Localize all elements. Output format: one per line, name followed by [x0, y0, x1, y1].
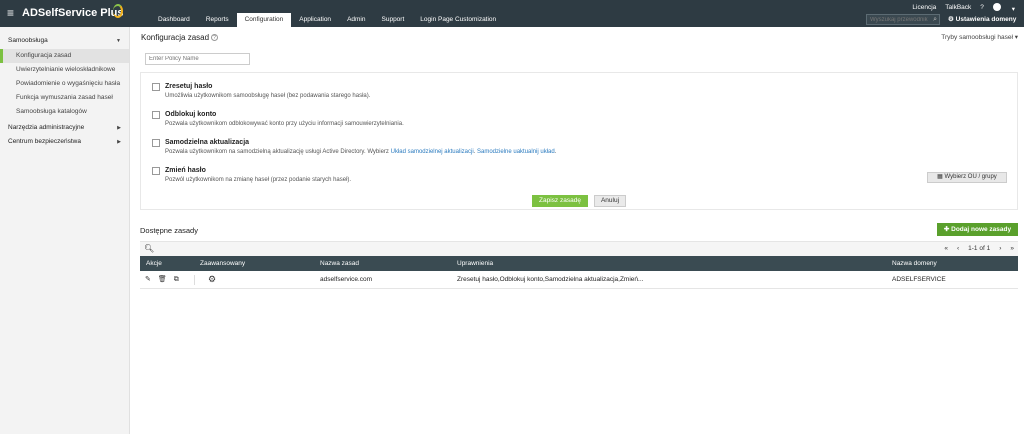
edit-icon[interactable]: ✎: [145, 276, 151, 284]
self-update-layout-link[interactable]: Układ samodzielnej aktualizacji: [391, 149, 474, 155]
search-icon[interactable]: 🔍︎: [144, 245, 154, 253]
select-ou-groups-button[interactable]: ▦ Wybierz OU / grupy: [927, 172, 1007, 183]
help-link[interactable]: ?: [980, 3, 984, 12]
sidebar-group-label: Centrum bezpieczeństwa: [8, 138, 81, 145]
save-policy-button[interactable]: Zapisz zasadę: [532, 195, 588, 207]
main-content: Konfiguracja zasad? Tryby samoobsługi ha…: [130, 27, 1024, 434]
tab-application[interactable]: Application: [291, 13, 339, 27]
cell-policy-name: adselfservice.com: [320, 276, 373, 283]
chevron-right-icon: ▶: [117, 139, 121, 145]
sidebar-item-policy-config[interactable]: Konfiguracja zasad: [0, 49, 129, 63]
table-toolbar: 🔍︎ « ‹ 1-1 of 1 › »: [140, 241, 1018, 256]
column-header-permissions[interactable]: Uprawnienia: [457, 256, 493, 271]
talkback-link[interactable]: TalkBack: [945, 3, 971, 12]
option-title: Odblokuj konto: [165, 111, 217, 118]
top-bar: ≡ ADSelfService Plus Dashboard Reports C…: [0, 0, 1024, 27]
help-icon[interactable]: ?: [211, 34, 219, 42]
column-header-actions: Akcje: [146, 260, 162, 267]
pagination: « ‹ 1-1 of 1 › »: [935, 245, 1014, 253]
sidebar-group-label: Samoobsługa: [8, 37, 48, 44]
chevron-down-icon: ▼: [116, 38, 121, 44]
domain-settings-button[interactable]: ⚙ Ustawienia domeny: [944, 13, 1022, 26]
tab-reports[interactable]: Reports: [198, 13, 237, 27]
option-description: Pozwól użytkownikom na zmianę haseł (prz…: [165, 177, 352, 183]
guide-search-input[interactable]: [867, 15, 929, 24]
top-links: Licencja TalkBack ? ▾: [912, 3, 1024, 13]
guide-search: ⌕: [866, 14, 940, 25]
option-description-end: .: [554, 149, 557, 155]
sidebar-item-password-expiry[interactable]: Powiadomienie o wygaśnięciu hasła: [0, 77, 129, 91]
copy-icon[interactable]: ⧉: [174, 276, 179, 284]
policy-name-input[interactable]: [145, 53, 250, 65]
change-password-checkbox[interactable]: [152, 167, 160, 175]
column-header-policy-name[interactable]: Nazwa zasad: [320, 256, 359, 271]
table-row: ✎ 🗑︎ ⧉ ⚙ adselfservice.com Zresetuj hasł…: [140, 271, 1018, 289]
tab-login-page-customization[interactable]: Login Page Customization: [412, 13, 504, 27]
option-description-text: Pozwala użytkownikom na samodzielną aktu…: [165, 149, 391, 155]
sidebar-group-security-center[interactable]: Centrum bezpieczeństwa ▶: [0, 135, 129, 149]
table-header: Akcje Zaawansowany Nazwa zasad Uprawnien…: [140, 256, 1018, 271]
password-modes-dropdown[interactable]: Tryby samoobsługi haseł ▾: [941, 33, 1018, 41]
tab-dashboard[interactable]: Dashboard: [150, 13, 198, 27]
search-icon[interactable]: ⌕: [933, 16, 937, 23]
available-policies-title: Dostępne zasady: [140, 226, 198, 235]
option-description: Umożliwia użytkownikom samoobsługę haseł…: [165, 93, 371, 99]
sidebar-group-label: Narzędzia administracyjne: [8, 124, 85, 131]
reset-password-checkbox[interactable]: [152, 83, 160, 91]
first-page-button[interactable]: «: [944, 245, 948, 253]
add-policy-button[interactable]: ✚ Dodaj nowe zasady: [937, 223, 1018, 236]
page-range: 1-1 of 1: [968, 245, 991, 252]
self-update-checkbox[interactable]: [152, 139, 160, 147]
domain-settings-label: Ustawienia domeny: [955, 16, 1017, 23]
sidebar-item-directory-self-service[interactable]: Samoobsługa katalogów: [0, 105, 129, 119]
main-tabs: Dashboard Reports Configuration Applicat…: [150, 13, 504, 27]
column-header-advanced: Zaawansowany: [200, 260, 246, 267]
sidebar-group-self-service[interactable]: Samoobsługa ▼: [0, 34, 129, 48]
cancel-button[interactable]: Anuluj: [594, 195, 626, 207]
sidebar-group-admin-tools[interactable]: Narzędzia administracyjne ▶: [0, 121, 129, 135]
advanced-settings-gear-icon[interactable]: ⚙: [208, 275, 216, 284]
cell-permissions: Zresetuj hasło,Odblokuj konto,Samodzieln…: [457, 276, 644, 283]
tab-admin[interactable]: Admin: [339, 13, 373, 27]
chevron-right-icon: ▶: [117, 125, 121, 131]
prev-page-button[interactable]: ‹: [957, 245, 959, 253]
divider: [194, 275, 195, 285]
tab-configuration[interactable]: Configuration: [236, 13, 292, 27]
column-header-domain-name[interactable]: Nazwa domeny: [892, 256, 937, 271]
option-title: Zmień hasło: [165, 167, 206, 174]
row-actions: ✎ 🗑︎ ⧉: [145, 276, 179, 284]
tab-support[interactable]: Support: [374, 13, 413, 27]
last-page-button[interactable]: »: [1010, 245, 1014, 253]
sidebar-item-mfa[interactable]: Uwierzytelnianie wieloskładnikowe: [0, 63, 129, 77]
logo-arc-icon: [113, 4, 123, 18]
user-avatar-icon[interactable]: ▾: [992, 3, 1015, 13]
password-modes-label: Tryby samoobsługi haseł: [941, 34, 1013, 41]
cell-domain-name: ADSELFSERVICE: [892, 276, 946, 283]
page-title-text: Konfiguracja zasad: [141, 33, 210, 42]
select-ou-groups-label: Wybierz OU / grupy: [944, 174, 997, 180]
option-title: Samodzielna aktualizacja: [165, 139, 250, 146]
policy-options-panel: Zresetuj hasło Umożliwia użytkownikom sa…: [140, 72, 1018, 210]
option-title: Zresetuj hasło: [165, 83, 213, 90]
folder-icon: ▦: [937, 174, 943, 180]
unlock-account-checkbox[interactable]: [152, 111, 160, 119]
app-logo[interactable]: ADSelfService Plus: [22, 7, 124, 19]
option-description: Pozwala użytkownikom na samodzielną aktu…: [165, 149, 556, 155]
delete-icon[interactable]: 🗑︎: [158, 276, 167, 284]
plus-icon: ✚: [943, 226, 950, 233]
license-link[interactable]: Licencja: [912, 3, 936, 12]
gear-icon: ⚙: [948, 16, 954, 23]
option-description: Pozwala użytkownikom odblokowywać konto …: [165, 121, 404, 127]
menu-icon[interactable]: ≡: [7, 7, 14, 19]
caret-down-icon: ▾: [1014, 34, 1018, 41]
page-title: Konfiguracja zasad?: [141, 33, 219, 42]
sidebar: Samoobsługa ▼ Konfiguracja zasad Uwierzy…: [0, 27, 130, 434]
self-upgrade-layout-link[interactable]: Samodzielne uaktualnij układ: [477, 149, 555, 155]
add-policy-label: Dodaj nowe zasady: [951, 226, 1012, 233]
next-page-button[interactable]: ›: [999, 245, 1001, 253]
sidebar-item-password-policy-enforcer[interactable]: Funkcja wymuszania zasad haseł: [0, 91, 129, 105]
